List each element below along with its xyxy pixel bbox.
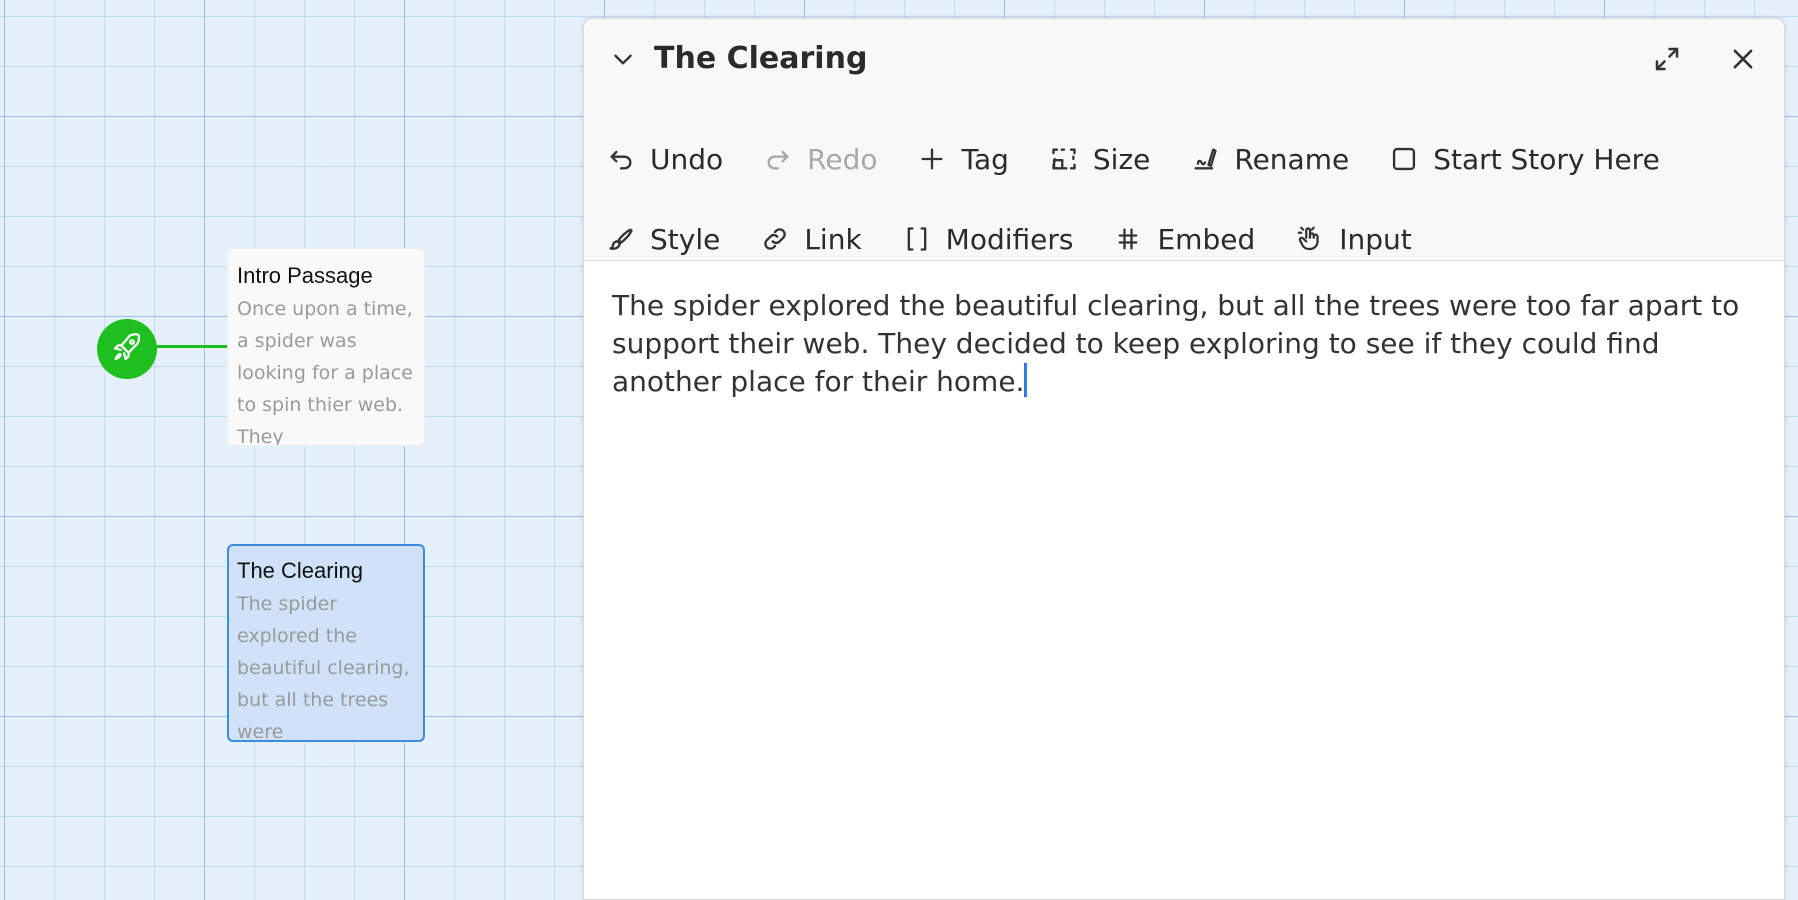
rocket-icon [110,330,144,368]
link-label: Link [804,222,862,256]
rename-icon [1190,144,1220,174]
dialog-header: The Clearing Undo Redo Tag Size Rename S… [584,19,1784,261]
close-button[interactable] [1723,39,1763,79]
brackets-icon [902,224,932,254]
redo-label: Redo [807,142,878,176]
modifiers-label: Modifiers [945,222,1074,256]
rename-label: Rename [1234,142,1350,176]
start-passage-badge [97,319,157,379]
story-map-canvas[interactable]: Intro Passage Once upon a time, a spider… [0,0,583,878]
hash-icon [1113,224,1143,254]
redo-icon [763,144,793,174]
text-caret [1024,363,1028,397]
size-label: Size [1092,142,1151,176]
close-icon [1729,45,1757,73]
embed-label: Embed [1157,222,1256,256]
undo-icon [606,144,636,174]
rename-button[interactable]: Rename [1190,137,1349,181]
redo-button[interactable]: Redo [763,137,877,181]
tag-button[interactable]: Tag [917,137,1009,181]
style-label: Style [650,222,721,256]
passage-edit-dialog: The Clearing Undo Redo Tag Size Rename S… [583,18,1785,900]
undo-label: Undo [650,142,724,176]
brush-icon [606,224,636,254]
undo-button[interactable]: Undo [606,137,723,181]
modifiers-button[interactable]: Modifiers [902,217,1074,261]
passage-body-text: The spider explored the beautiful cleari… [612,289,1740,398]
size-icon [1049,144,1079,174]
maximize-icon [1652,44,1682,74]
passage-excerpt: Once upon a time, a spider was looking f… [237,298,413,446]
passage-title: Intro Passage [237,263,373,288]
passage-card-the-clearing[interactable]: The Clearing The spider explored the bea… [227,544,425,742]
dialog-title-row: The Clearing [610,41,867,76]
tag-label: Tag [961,142,1009,176]
input-button[interactable]: Input [1295,217,1412,261]
passage-card-intro[interactable]: Intro Passage Once upon a time, a spider… [227,248,425,446]
chevron-down-icon[interactable] [610,46,636,72]
start-story-here-label: Start Story Here [1433,142,1660,176]
size-button[interactable]: Size [1049,137,1150,181]
checkbox-icon [1389,144,1419,174]
maximize-button[interactable] [1647,39,1687,79]
passage-title: The Clearing [237,558,363,583]
link-button[interactable]: Link [760,217,862,261]
toolbar-row-2: Style Link Modifiers Embed Input [606,217,1452,261]
start-story-here-checkbox[interactable]: Start Story Here [1389,137,1660,181]
embed-button[interactable]: Embed [1113,217,1255,261]
plus-icon [917,144,947,174]
style-button[interactable]: Style [606,217,720,261]
passage-excerpt: The spider explored the beautiful cleari… [237,593,410,742]
tap-hand-icon [1295,224,1325,254]
toolbar-row-1: Undo Redo Tag Size Rename Start Story He… [606,137,1700,181]
passage-text-editor[interactable]: The spider explored the beautiful cleari… [612,287,1762,401]
start-connector-line [154,345,228,348]
input-label: Input [1339,222,1412,256]
dialog-title: The Clearing [654,41,868,76]
link-icon [760,224,790,254]
